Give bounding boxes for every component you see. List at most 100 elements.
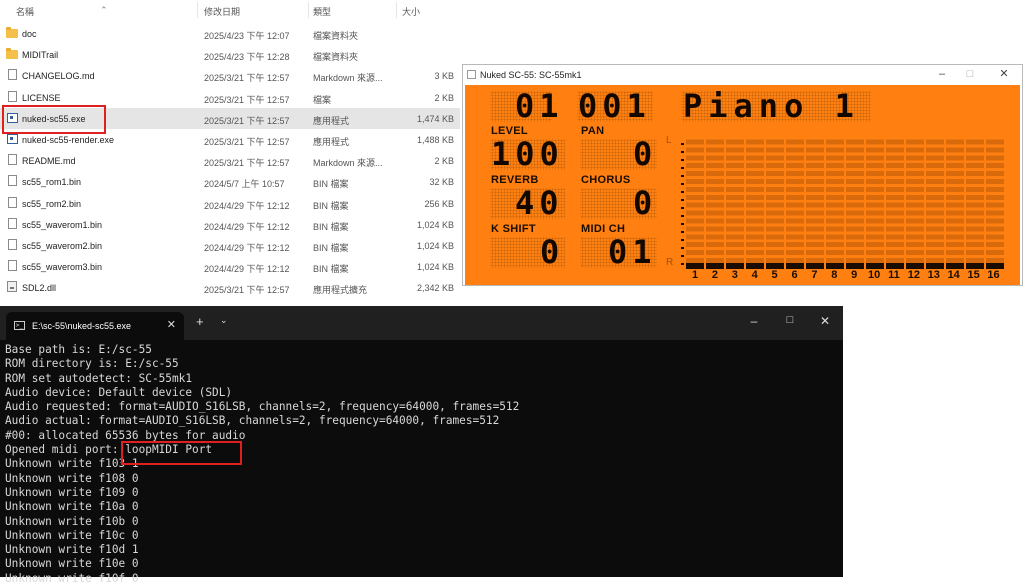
file-type: BIN 檔案 [313, 200, 349, 211]
file-size: 1,488 KB [416, 134, 454, 145]
meter-scale-dots [681, 141, 684, 265]
file-row[interactable]: sc55_waverom3.bin 2024/4/29 下午 12:12 BIN 檔… [0, 256, 460, 277]
application-icon [7, 133, 18, 144]
level-value: 100 [491, 135, 564, 173]
tab-close-icon[interactable]: ✕ [167, 318, 176, 331]
file-name: SDL2.dll [22, 283, 57, 294]
channel-number: 7 [811, 269, 818, 281]
terminal-line: Audio device: Default device (SDL) [5, 385, 233, 399]
folder-icon [6, 27, 18, 38]
file-date: 2025/3/21 下午 12:57 [204, 136, 290, 147]
file-row[interactable]: sc55_waverom2.bin 2024/4/29 下午 12:12 BIN 檔… [0, 235, 460, 256]
maximize-icon[interactable]: □ [960, 67, 980, 82]
minimize-icon[interactable]: – [932, 67, 952, 82]
column-type[interactable]: 類型 [313, 5, 331, 18]
file-date: 2024/4/29 下午 12:12 [204, 221, 290, 232]
terminal-line: Audio requested: format=AUDIO_S16LSB, ch… [5, 400, 520, 414]
highlight-box-midi-port [121, 441, 242, 465]
file-date: 2025/3/21 下午 12:57 [204, 73, 290, 84]
terminal-window: >_ E:\sc-55\nuked-sc55.exe ✕ + ⌄ – □ ✕ B… [0, 306, 843, 585]
file-list: doc 2025/4/23 下午 12:07 檔案資料夾 MIDITrail 2025/… [0, 23, 460, 298]
file-row[interactable]: MIDITrail 2025/4/23 下午 12:28 檔案資料夾 [0, 44, 460, 65]
column-name[interactable]: 名稱 [16, 5, 34, 18]
file-type: BIN 檔案 [313, 264, 349, 275]
file-type: 檔案資料夾 [313, 52, 359, 63]
file-name: sc55_rom2.bin [22, 198, 82, 209]
file-row[interactable]: sc55_waverom1.bin 2024/4/29 下午 12:12 BIN 檔… [0, 214, 460, 235]
pan-value: 0 [633, 135, 658, 173]
terminal-line: Unknown write f10c 0 [5, 528, 139, 542]
file-row[interactable]: sc55_rom1.bin 2024/5/7 上午 10:57 BIN 檔案 32 K… [0, 171, 460, 192]
file-size: 256 KB [424, 198, 454, 209]
file-name: sc55_waverom1.bin [22, 219, 103, 230]
file-name: README.md [22, 156, 76, 167]
instrument-name: Piano 1 [683, 87, 860, 125]
channel-number: 6 [791, 269, 798, 281]
terminal-line: Unknown write f10a 0 [5, 500, 139, 514]
chevron-down-icon[interactable]: ⌄ [220, 315, 228, 326]
terminal-tab[interactable]: >_ E:\sc-55\nuked-sc55.exe ✕ [6, 312, 184, 340]
pan-label: PAN [581, 125, 605, 137]
minimize-icon[interactable]: – [744, 314, 764, 328]
maximize-icon[interactable]: □ [780, 314, 800, 326]
folder-icon [6, 48, 18, 60]
terminal-tab-title: E:\sc-55\nuked-sc55.exe [32, 321, 132, 331]
app-icon [467, 70, 476, 79]
chorus-value: 0 [633, 184, 658, 222]
level-meter-grid [686, 137, 1004, 263]
midich-value: 01 [608, 233, 657, 271]
kshift-label: K SHIFT [491, 223, 536, 235]
file-size: 2 KB [434, 156, 454, 167]
terminal-line: Audio actual: format=AUDIO_S16LSB, chann… [5, 414, 500, 428]
chorus-label: CHORUS [581, 174, 631, 186]
file-name: MIDITrail [22, 50, 59, 61]
document-icon [8, 196, 17, 208]
file-date: 2025/4/23 下午 12:07 [204, 31, 290, 41]
file-size: 1,024 KB [416, 262, 454, 273]
terminal-line: Unknown write f108 0 [5, 471, 139, 485]
file-type: 應用程式 [313, 136, 350, 147]
file-row[interactable]: sc55_rom2.bin 2024/4/29 下午 12:12 BIN 檔案 256… [0, 193, 460, 214]
channel-number: 13 [927, 269, 940, 281]
file-explorer: 名稱 ⌃ 修改日期 類型 大小 doc 2025/4/23 下午 12:07 檔案資… [0, 0, 460, 305]
file-date: 2024/4/29 下午 12:12 [204, 200, 290, 211]
file-row[interactable]: doc 2025/4/23 下午 12:07 檔案資料夾 [0, 23, 460, 44]
file-name: sc55_waverom2.bin [22, 240, 103, 251]
file-row[interactable]: CHANGELOG.md 2025/3/21 下午 12:57 Markdown 來… [0, 65, 460, 86]
file-size: 1,024 KB [416, 240, 454, 251]
dll-icon [7, 281, 17, 293]
new-tab-icon[interactable]: + [196, 314, 204, 329]
document-icon [8, 238, 17, 250]
file-size: 2,342 KB [416, 283, 454, 294]
file-date: 2024/4/29 下午 12:12 [204, 264, 290, 275]
column-size[interactable]: 大小 [402, 5, 420, 18]
kshift-value: 0 [540, 233, 565, 271]
channel-number: 10 [867, 269, 881, 281]
file-date: 2025/3/21 下午 12:57 [204, 94, 290, 105]
file-name: nuked-sc55-render.exe [22, 134, 115, 145]
file-type: BIN 檔案 [313, 179, 349, 190]
close-icon[interactable]: ✕ [994, 67, 1014, 82]
file-name: LICENSE [22, 92, 61, 103]
file-row[interactable]: SDL2.dll 2025/3/21 下午 12:57 應用程式擴充 2,342 KB [0, 277, 460, 298]
close-icon[interactable]: ✕ [815, 314, 835, 328]
file-type: BIN 檔案 [313, 221, 349, 232]
sc55-lcd-display: 01 001 Piano 1 LEVEL PAN 100 0 REVERB CH… [465, 85, 1020, 285]
file-type: 應用程式 [313, 115, 350, 126]
channel-number: 9 [851, 269, 858, 281]
file-date: 2025/3/21 下午 12:57 [204, 115, 290, 126]
sc55-titlebar[interactable]: Nuked SC-55: SC-55mk1 – □ ✕ [463, 65, 1022, 84]
file-size: 32 KB [429, 177, 454, 188]
document-icon [8, 90, 17, 102]
right-channel-label: R [666, 257, 674, 268]
column-date[interactable]: 修改日期 [204, 5, 240, 18]
file-date: 2024/5/7 上午 10:57 [204, 179, 285, 190]
file-name: CHANGELOG.md [22, 71, 95, 82]
file-row[interactable]: README.md 2025/3/21 下午 12:57 Markdown 來源..… [0, 150, 460, 171]
left-channel-label: L [666, 135, 672, 146]
channel-number: 5 [771, 269, 778, 281]
instrument-number: 001 [578, 87, 651, 125]
document-icon [8, 175, 17, 187]
file-name: sc55_waverom3.bin [22, 262, 103, 273]
channel-number: 14 [947, 269, 960, 281]
